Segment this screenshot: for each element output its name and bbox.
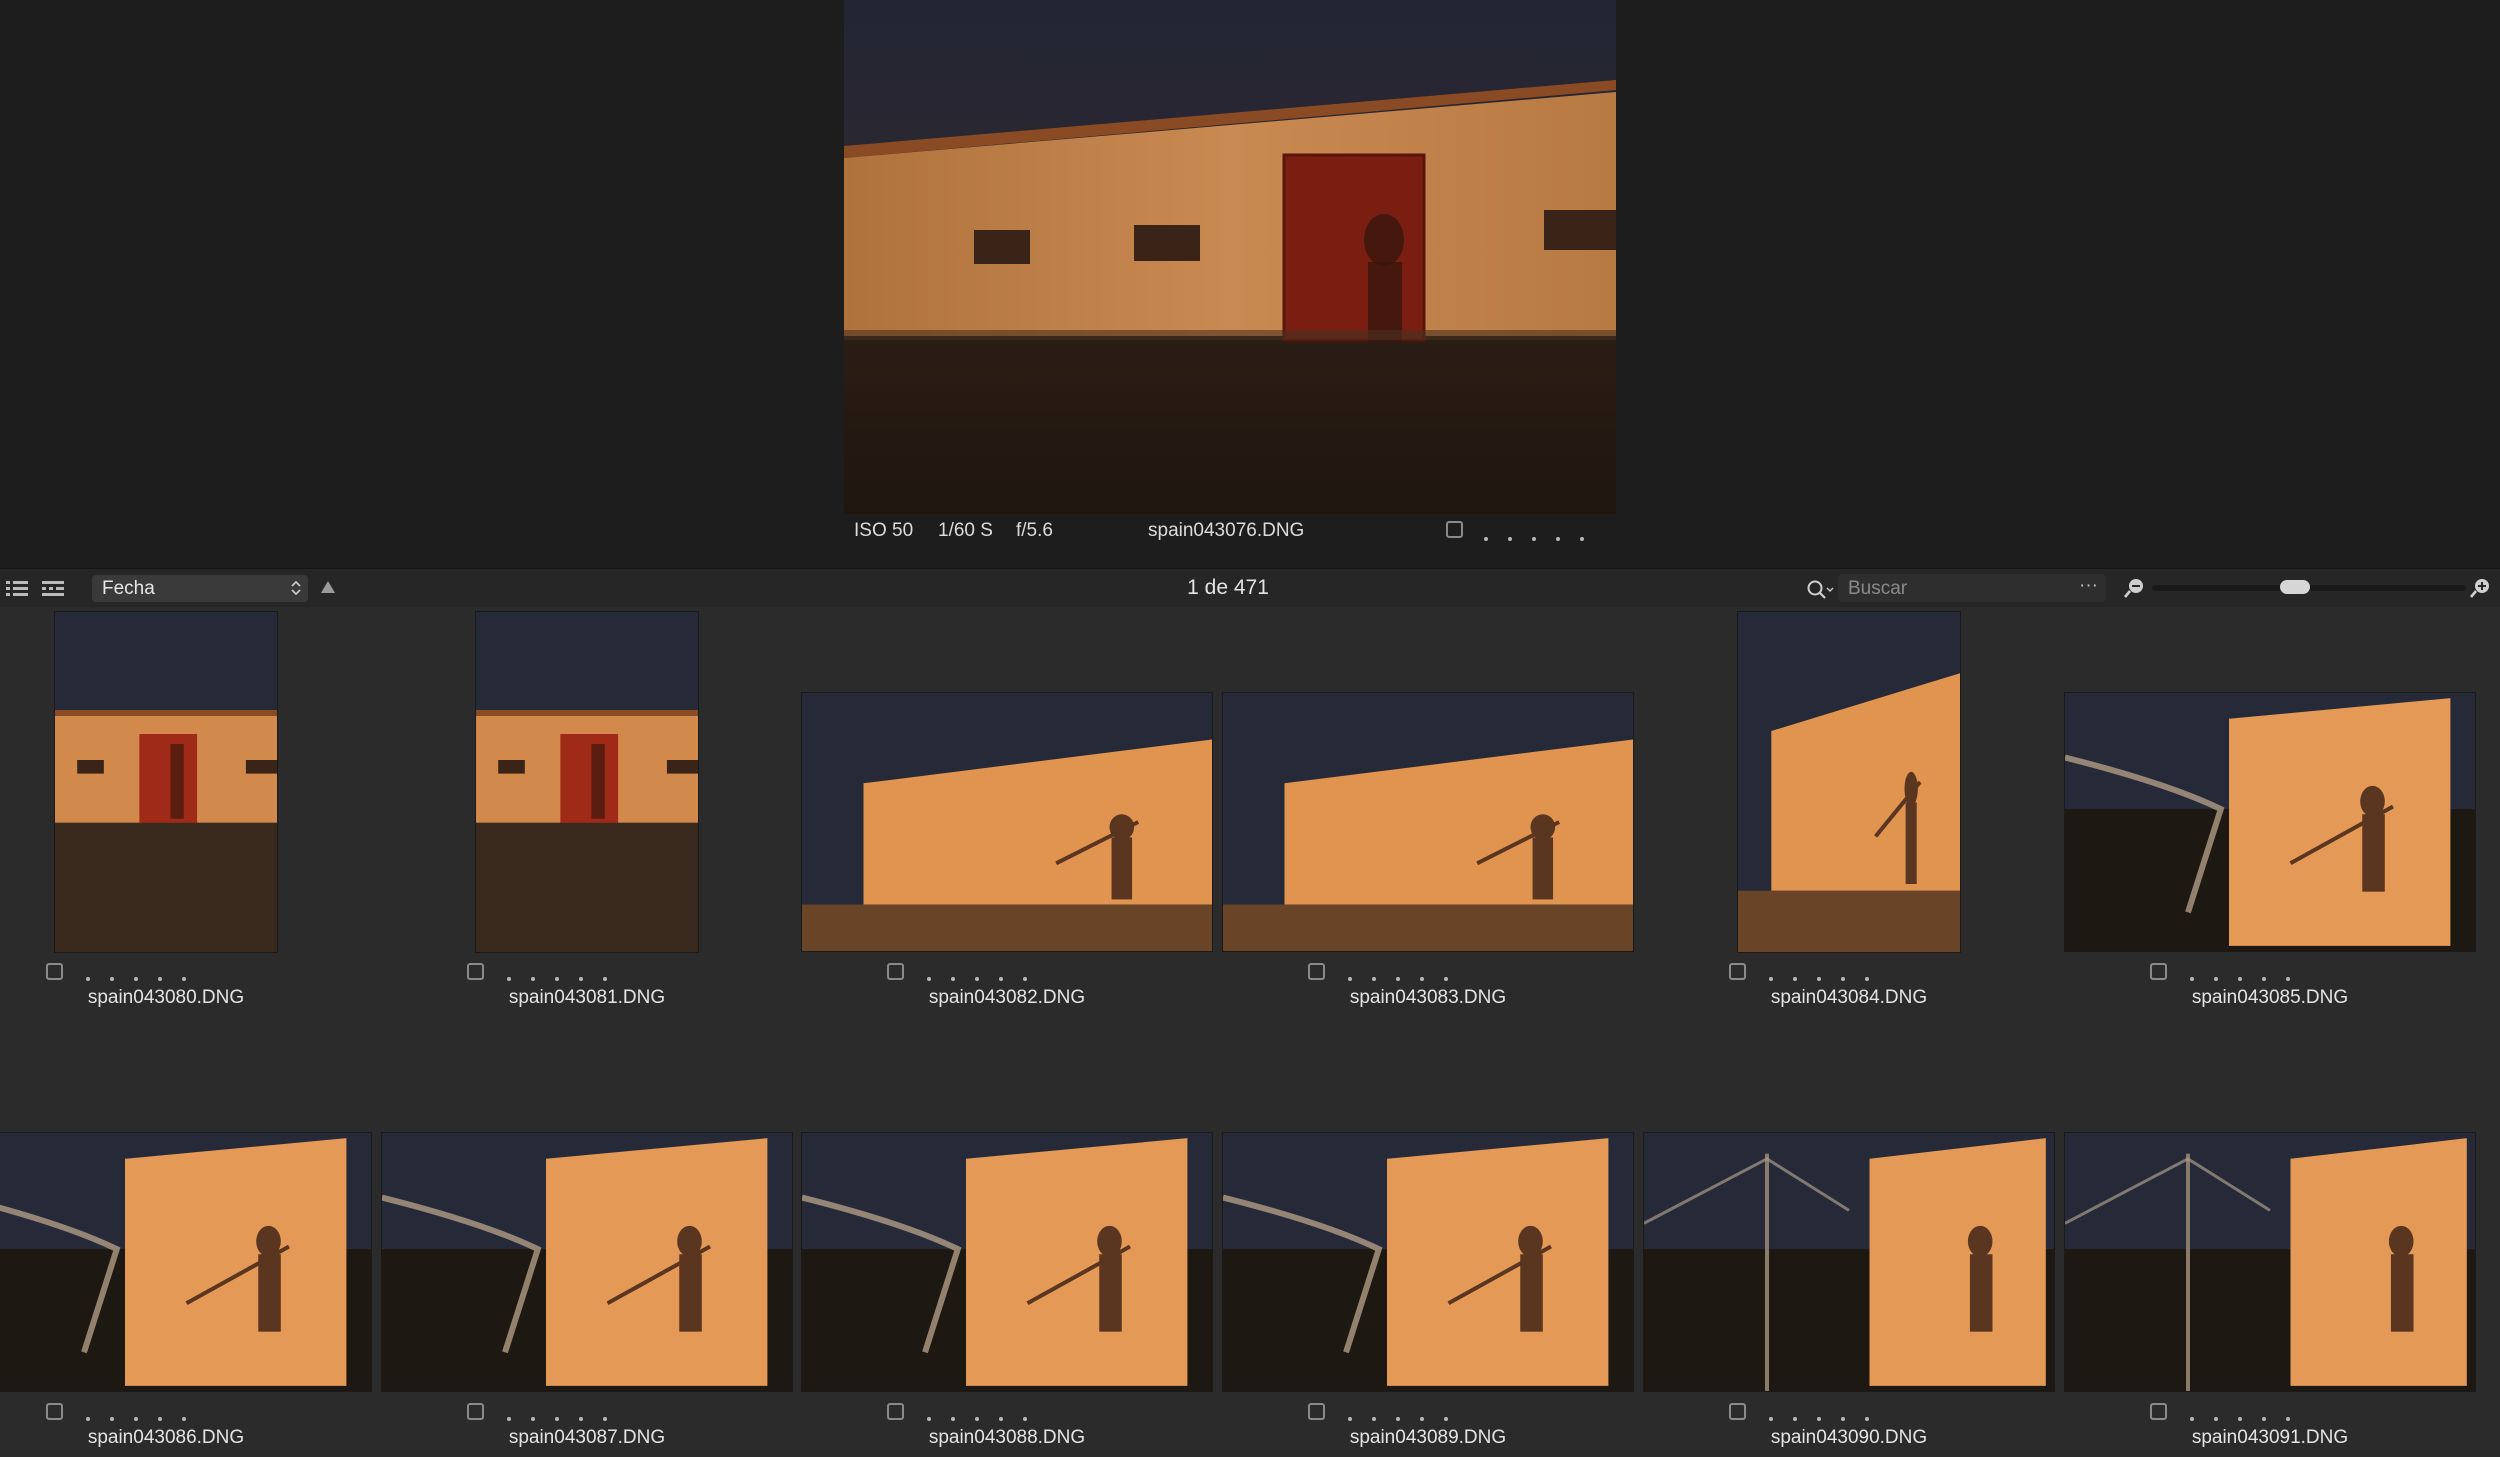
thumbnail-filename: spain043085.DNG	[2191, 987, 2349, 1008]
select-checkbox[interactable]	[887, 1403, 904, 1420]
sort-select[interactable]: Fecha	[92, 575, 308, 602]
zoom-in-icon[interactable]	[2470, 577, 2492, 599]
sort-direction-icon[interactable]	[320, 579, 336, 595]
rating-dots[interactable]	[76, 970, 196, 988]
viewer-select-checkbox[interactable]	[1446, 521, 1463, 538]
thumbnail-grid: spain043080.DNG spain043081.DNG spain04308…	[0, 607, 2500, 1457]
thumbnail-image[interactable]	[2065, 693, 2475, 951]
thumbnail-photo	[1223, 693, 1633, 951]
rating-dots[interactable]	[2180, 1410, 2300, 1428]
select-checkbox[interactable]	[887, 963, 904, 980]
shutter-value: 1/60 S	[938, 520, 993, 541]
select-checkbox[interactable]	[1729, 1403, 1746, 1420]
thumbnail-meta	[2060, 959, 2480, 985]
thumbnail-photo	[1223, 1133, 1633, 1391]
thumbnail-photo	[2065, 693, 2475, 951]
thumbnail-image[interactable]	[1223, 1133, 1633, 1391]
thumbnail-photo	[476, 612, 698, 952]
thumbnail-meta	[797, 1399, 1217, 1425]
up-down-chevron-icon	[291, 580, 301, 596]
thumbnail-image[interactable]	[1644, 1133, 2054, 1391]
thumbnail-filename: spain043083.DNG	[1349, 987, 1507, 1008]
filmstrip-view-icon[interactable]	[42, 579, 64, 599]
rating-dots[interactable]	[1338, 1410, 1458, 1428]
thumbnail-filename: spain043090.DNG	[1770, 1427, 1928, 1448]
thumbnail-meta	[1639, 1399, 2059, 1425]
thumbnail-photo	[2065, 1133, 2475, 1391]
search-box: ···	[1838, 574, 2106, 604]
thumbnail-meta	[377, 959, 797, 985]
thumbnail-filename: spain043091.DNG	[2191, 1427, 2349, 1448]
list-view-icon[interactable]	[6, 579, 28, 599]
thumbnail-meta	[1639, 959, 2059, 985]
viewer-filename: spain043076.DNG	[1148, 520, 1305, 541]
thumbnail-photo	[802, 1133, 1212, 1391]
thumbnail-image[interactable]	[382, 1133, 792, 1391]
thumbnail-filename: spain043084.DNG	[1770, 987, 1928, 1008]
thumbnail-filename: spain043080.DNG	[87, 987, 245, 1008]
rating-dots[interactable]	[497, 1410, 617, 1428]
thumbnail-filename: spain043082.DNG	[928, 987, 1086, 1008]
thumbnail-image[interactable]	[55, 612, 277, 952]
select-checkbox[interactable]	[467, 1403, 484, 1420]
zoom-slider-thumb[interactable]	[2279, 580, 2310, 594]
image-counter: 1 de 471	[1187, 576, 1269, 599]
rating-dots[interactable]	[1338, 970, 1458, 988]
thumbnail-photo	[55, 612, 277, 952]
thumbnail-filename: spain043088.DNG	[928, 1427, 1086, 1448]
select-checkbox[interactable]	[2150, 963, 2167, 980]
main-photo-image	[844, 0, 1616, 514]
rating-dots[interactable]	[917, 1410, 1037, 1428]
thumbnail-filename: spain043086.DNG	[87, 1427, 245, 1448]
thumbnail-image[interactable]	[1223, 693, 1633, 951]
rating-dots[interactable]	[76, 1410, 196, 1428]
search-options-button[interactable]: ···	[2079, 575, 2098, 597]
thumbnail-photo	[0, 1133, 371, 1391]
thumbnail-filename: spain043087.DNG	[508, 1427, 666, 1448]
viewer-rating-dots[interactable]	[1474, 528, 1594, 550]
select-checkbox[interactable]	[1729, 963, 1746, 980]
thumbnail-meta	[2060, 1399, 2480, 1425]
thumbnail-meta	[0, 1399, 376, 1425]
iso-value: ISO 50	[854, 520, 914, 541]
thumbnail-photo	[382, 1133, 792, 1391]
aperture-value: f/5.6	[1016, 520, 1053, 541]
thumbnail-image[interactable]	[476, 612, 698, 952]
select-checkbox[interactable]	[1308, 1403, 1325, 1420]
browser-toolbar: Fecha 1 de 471 ···	[0, 568, 2500, 608]
rating-dots[interactable]	[497, 970, 617, 988]
main-photo[interactable]	[844, 0, 1616, 514]
thumbnail-photo	[1644, 1133, 2054, 1391]
thumbnail-image[interactable]	[2065, 1133, 2475, 1391]
image-viewer: ISO 50 1/60 S f/5.6 spain043076.DNG	[0, 0, 2500, 568]
thumbnail-meta	[1218, 1399, 1638, 1425]
thumbnail-meta	[1218, 959, 1638, 985]
thumbnail-image[interactable]	[0, 1133, 371, 1391]
select-checkbox[interactable]	[46, 1403, 63, 1420]
select-checkbox[interactable]	[2150, 1403, 2167, 1420]
select-checkbox[interactable]	[46, 963, 63, 980]
sort-select-value: Fecha	[102, 578, 155, 599]
thumbnail-image[interactable]	[802, 693, 1212, 951]
zoom-out-icon[interactable]	[2124, 577, 2146, 599]
rating-dots[interactable]	[2180, 970, 2300, 988]
thumbnail-meta	[797, 959, 1217, 985]
select-checkbox[interactable]	[467, 963, 484, 980]
rating-dots[interactable]	[1759, 970, 1879, 988]
search-input[interactable]	[1846, 574, 2070, 604]
thumbnail-filename: spain043081.DNG	[508, 987, 666, 1008]
search-icon[interactable]	[1806, 578, 1834, 600]
thumbnail-photo	[802, 693, 1212, 951]
thumbnail-meta	[377, 1399, 797, 1425]
thumbnail-filename: spain043089.DNG	[1349, 1427, 1507, 1448]
rating-dots[interactable]	[917, 970, 1037, 988]
select-checkbox[interactable]	[1308, 963, 1325, 980]
thumbnail-photo	[1738, 612, 1960, 952]
thumbnail-image[interactable]	[802, 1133, 1212, 1391]
exif-bar: ISO 50 1/60 S f/5.6 spain043076.DNG	[844, 518, 1616, 546]
rating-dots[interactable]	[1759, 1410, 1879, 1428]
thumbnail-image[interactable]	[1738, 612, 1960, 952]
thumbnail-meta	[0, 959, 376, 985]
